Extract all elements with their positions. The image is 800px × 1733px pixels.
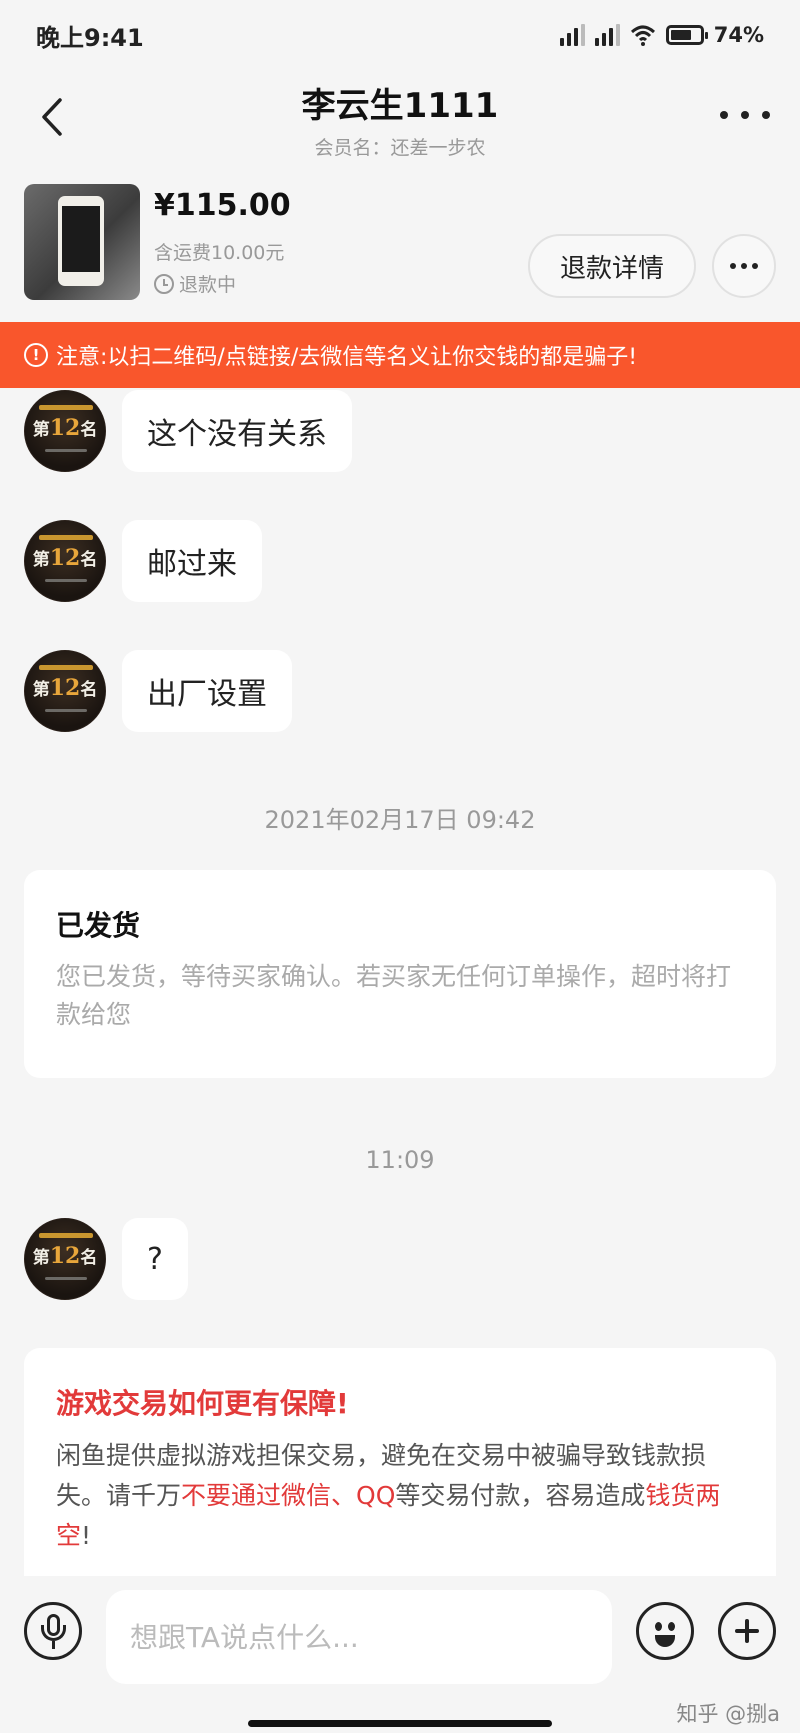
card-body: 闲鱼提供虚拟游戏担保交易，避免在交易中被骗导致钱款损失。请千万不要通过微信、QQ… xyxy=(56,1441,721,1550)
dot-icon xyxy=(762,111,770,119)
message-timestamp: 11:09 xyxy=(365,1146,435,1174)
message-bubble[interactable]: 出厂设置 xyxy=(122,650,292,732)
card-title: 游戏交易如何更有保障! xyxy=(56,1387,349,1420)
home-indicator[interactable] xyxy=(248,1720,552,1727)
wifi-icon xyxy=(630,25,655,46)
signal-icon xyxy=(559,24,585,46)
voice-button[interactable] xyxy=(24,1602,82,1660)
input-bar: 知乎 @捌a xyxy=(0,1576,800,1733)
avatar[interactable]: 第12名 xyxy=(24,1218,106,1300)
message-bubble[interactable]: 这个没有关系 xyxy=(122,390,352,472)
avatar[interactable]: 第12名 xyxy=(24,390,106,472)
product-summary[interactable]: ¥115.00 含运费10.00元 退款中 退款详情 xyxy=(24,184,776,300)
clock-icon xyxy=(154,273,174,294)
add-button[interactable] xyxy=(718,1602,776,1660)
refund-status-label: 退款中 xyxy=(179,274,237,296)
avatar[interactable]: 第12名 xyxy=(24,650,106,732)
refund-status: 退款中 xyxy=(154,270,236,297)
phone-image xyxy=(58,196,104,286)
status-icons: 74% xyxy=(559,23,764,47)
battery-icon xyxy=(665,25,708,45)
trade-guarantee-card[interactable]: 游戏交易如何更有保障! 闲鱼提供虚拟游戏担保交易，避免在交易中被骗导致钱款损失。… xyxy=(24,1348,776,1578)
product-price: ¥115.00 xyxy=(154,188,291,223)
product-more-button[interactable] xyxy=(712,234,776,298)
dot-icon xyxy=(741,263,747,269)
status-bar: 晚上9:41 74% xyxy=(0,0,800,70)
message-timestamp: 2021年02月17日 09:42 xyxy=(264,806,536,834)
dot-icon xyxy=(741,111,749,119)
alert-icon: ! xyxy=(24,343,48,367)
shipping-fee: 含运费10.00元 xyxy=(154,242,285,264)
message-bubble[interactable]: 邮过来 xyxy=(122,520,262,602)
card-body: 您已发货，等待买家确认。若买家无任何订单操作，超时将打款给您 xyxy=(56,962,732,1029)
message-bubble[interactable]: ? xyxy=(122,1218,188,1300)
shipped-notice-card[interactable]: 已发货 您已发货，等待买家确认。若买家无任何订单操作，超时将打款给您 xyxy=(24,870,776,1078)
warning-text: 注意:以扫二维码/点链接/去微信等名义让你交钱的都是骗子! xyxy=(56,345,638,370)
page-title: 李云生1111 xyxy=(301,86,499,126)
signal-icon xyxy=(594,24,620,46)
message-input[interactable] xyxy=(106,1590,612,1684)
highlight-text: 不要通过微信、QQ xyxy=(181,1481,396,1510)
avatar[interactable]: 第12名 xyxy=(24,520,106,602)
dot-icon xyxy=(720,111,728,119)
status-time: 晚上9:41 xyxy=(36,23,144,52)
refund-details-button[interactable]: 退款详情 xyxy=(528,234,696,298)
watermark: 知乎 @捌a xyxy=(676,1702,780,1726)
more-options-button[interactable] xyxy=(720,100,770,130)
emoji-icon xyxy=(655,1622,662,1631)
chat-header: 李云生1111 会员名：还差一步农 xyxy=(0,70,800,170)
battery-level: 74% xyxy=(713,23,764,47)
header-title-group: 李云生1111 会员名：还差一步农 xyxy=(0,78,800,160)
card-title: 已发货 xyxy=(56,909,141,942)
emoji-button[interactable] xyxy=(636,1602,694,1660)
product-thumbnail[interactable] xyxy=(24,184,140,300)
member-name: 会员名：还差一步农 xyxy=(314,137,486,159)
scam-warning-banner: ! 注意:以扫二维码/点链接/去微信等名义让你交钱的都是骗子! xyxy=(0,322,800,388)
dot-icon xyxy=(730,263,736,269)
dot-icon xyxy=(752,263,758,269)
